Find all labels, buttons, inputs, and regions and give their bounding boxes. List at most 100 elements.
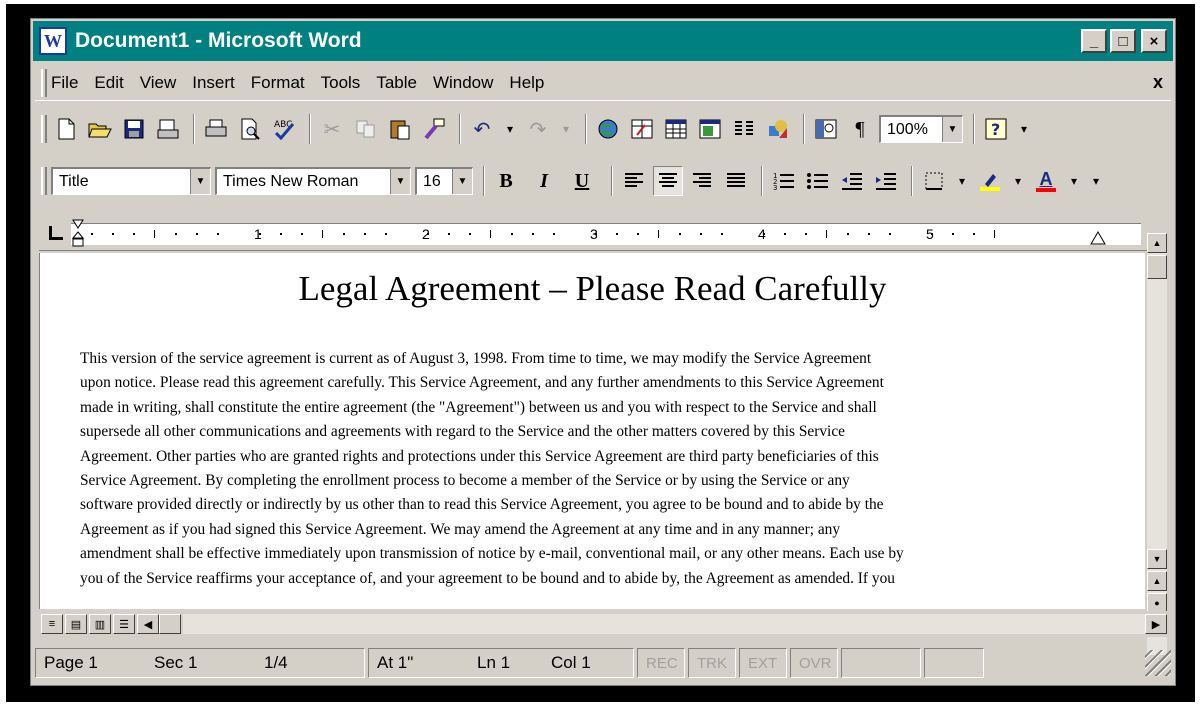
email-icon[interactable] <box>153 114 183 144</box>
scroll-right-button[interactable]: ▶ <box>1145 614 1167 634</box>
menu-tools[interactable]: Tools <box>321 73 361 93</box>
new-icon[interactable] <box>51 114 81 144</box>
style-dropdown-arrow[interactable]: ▼ <box>190 169 210 194</box>
font-size-dropdown-arrow[interactable]: ▼ <box>452 169 472 194</box>
web-toolbar-icon[interactable] <box>593 114 623 144</box>
scroll-down-button[interactable]: ▼ <box>1147 549 1167 569</box>
font-select[interactable]: Times New Roman ▼ <box>215 167 411 195</box>
select-browse-object-button[interactable]: ● <box>1147 593 1167 613</box>
bullets-icon[interactable] <box>803 166 833 196</box>
redo-dropdown-icon[interactable]: ▾ <box>557 114 575 144</box>
font-color-dropdown-icon[interactable]: ▾ <box>1065 166 1083 196</box>
vertical-scrollbar[interactable]: ▲ ▼ ▲ ● ▼ <box>1147 233 1167 655</box>
style-select[interactable]: Title ▼ <box>51 167 211 195</box>
web-layout-view-button[interactable]: ▤ <box>65 614 87 634</box>
document-map-icon[interactable] <box>811 114 841 144</box>
minimize-button[interactable]: _ <box>1081 29 1107 53</box>
open-icon[interactable] <box>85 114 115 144</box>
font-color-icon[interactable]: A <box>1031 166 1061 196</box>
standard-toolbar-grip[interactable] <box>41 115 47 143</box>
help-icon[interactable]: ? <box>981 114 1011 144</box>
menu-edit[interactable]: Edit <box>94 73 123 93</box>
align-left-icon[interactable] <box>619 166 649 196</box>
menu-bar-grip[interactable] <box>41 68 47 97</box>
indent-markers-icon[interactable] <box>71 218 87 248</box>
drawing-icon[interactable] <box>763 114 793 144</box>
standard-toolbar: ABC ✂ ↶ ▾ ↷ ▾ ¶ 100% ▼ ? ▾ <box>35 107 1171 151</box>
status-trk[interactable]: TRK <box>688 648 736 678</box>
status-cell-position[interactable]: At 1" Ln 1 Col 1 <box>368 648 634 678</box>
normal-view-button[interactable]: ≡ <box>41 614 63 634</box>
borders-icon[interactable] <box>919 166 949 196</box>
title-bar[interactable]: W Document1 - Microsoft Word _ □ × <box>33 21 1173 61</box>
print-preview-icon[interactable] <box>235 114 265 144</box>
bold-button[interactable]: B <box>491 166 521 196</box>
right-indent-marker-icon[interactable] <box>1089 230 1107 246</box>
status-cell-page[interactable]: Page 1 Sec 1 1/4 <box>35 648 365 678</box>
scroll-up-button[interactable]: ▲ <box>1147 233 1167 253</box>
word-app-icon[interactable]: W <box>39 27 67 55</box>
numbering-icon[interactable]: 123 <box>769 166 799 196</box>
horizontal-scroll-track[interactable] <box>183 614 1145 634</box>
justify-icon[interactable] <box>721 166 751 196</box>
zoom-select[interactable]: 100% ▼ <box>879 115 963 143</box>
copy-icon[interactable] <box>351 114 381 144</box>
format-painter-icon[interactable] <box>419 114 449 144</box>
show-formatting-icon[interactable]: ¶ <box>845 114 875 144</box>
menu-help[interactable]: Help <box>509 73 544 93</box>
tables-borders-icon[interactable] <box>627 114 657 144</box>
status-spelling[interactable] <box>924 648 984 678</box>
font-size-select[interactable]: 16 ▼ <box>415 167 473 195</box>
menu-format[interactable]: Format <box>251 73 305 93</box>
outline-view-button[interactable]: ☰ <box>113 614 135 634</box>
document-close-button[interactable]: x <box>1153 72 1163 93</box>
close-button[interactable]: × <box>1141 29 1167 53</box>
status-rec[interactable]: REC <box>637 648 685 678</box>
font-dropdown-arrow[interactable]: ▼ <box>390 169 410 194</box>
ruler-dot <box>217 233 219 235</box>
zoom-dropdown-arrow[interactable]: ▼ <box>942 117 962 142</box>
formatting-toolbar-grip[interactable] <box>41 167 47 195</box>
status-ext[interactable]: EXT <box>739 648 787 678</box>
scroll-left-button[interactable]: ◀ <box>137 614 159 634</box>
print-layout-view-button[interactable]: ▥ <box>89 614 111 634</box>
menu-file[interactable]: File <box>51 73 78 93</box>
status-language[interactable] <box>841 648 921 678</box>
italic-button[interactable]: I <box>529 166 559 196</box>
tab-selector-icon[interactable] <box>49 226 63 240</box>
menu-table[interactable]: Table <box>376 73 417 93</box>
toolbar-options-icon[interactable]: ▾ <box>1015 114 1033 144</box>
undo-dropdown-icon[interactable]: ▾ <box>501 114 519 144</box>
increase-indent-icon[interactable] <box>871 166 901 196</box>
document-page[interactable]: Legal Agreement – Please Read Carefully … <box>39 253 1145 609</box>
spelling-icon[interactable]: ABC <box>269 114 299 144</box>
scroll-thumb[interactable] <box>1147 255 1167 279</box>
menu-insert[interactable]: Insert <box>192 73 235 93</box>
print-icon[interactable] <box>201 114 231 144</box>
toolbar-separator <box>585 114 587 144</box>
status-ovr[interactable]: OVR <box>790 648 838 678</box>
insert-excel-icon[interactable] <box>695 114 725 144</box>
paste-icon[interactable] <box>385 114 415 144</box>
borders-dropdown-icon[interactable]: ▾ <box>953 166 971 196</box>
horizontal-ruler[interactable]: 1 2 3 4 5 <box>39 217 1149 251</box>
redo-icon[interactable]: ↷ <box>523 114 553 144</box>
menu-view[interactable]: View <box>140 73 177 93</box>
resize-grip[interactable] <box>1145 650 1171 676</box>
formatting-options-icon[interactable]: ▾ <box>1087 166 1105 196</box>
underline-button[interactable]: U <box>567 166 597 196</box>
maximize-button[interactable]: □ <box>1110 29 1136 53</box>
save-icon[interactable] <box>119 114 149 144</box>
columns-icon[interactable] <box>729 114 759 144</box>
decrease-indent-icon[interactable] <box>837 166 867 196</box>
undo-icon[interactable]: ↶ <box>467 114 497 144</box>
previous-page-button[interactable]: ▲ <box>1147 571 1167 591</box>
insert-table-icon[interactable] <box>661 114 691 144</box>
horizontal-scroll-thumb[interactable] <box>159 614 181 634</box>
menu-window[interactable]: Window <box>433 73 493 93</box>
cut-icon[interactable]: ✂ <box>317 114 347 144</box>
align-center-icon[interactable] <box>653 166 683 196</box>
align-right-icon[interactable] <box>687 166 717 196</box>
highlight-icon[interactable] <box>975 166 1005 196</box>
highlight-dropdown-icon[interactable]: ▾ <box>1009 166 1027 196</box>
